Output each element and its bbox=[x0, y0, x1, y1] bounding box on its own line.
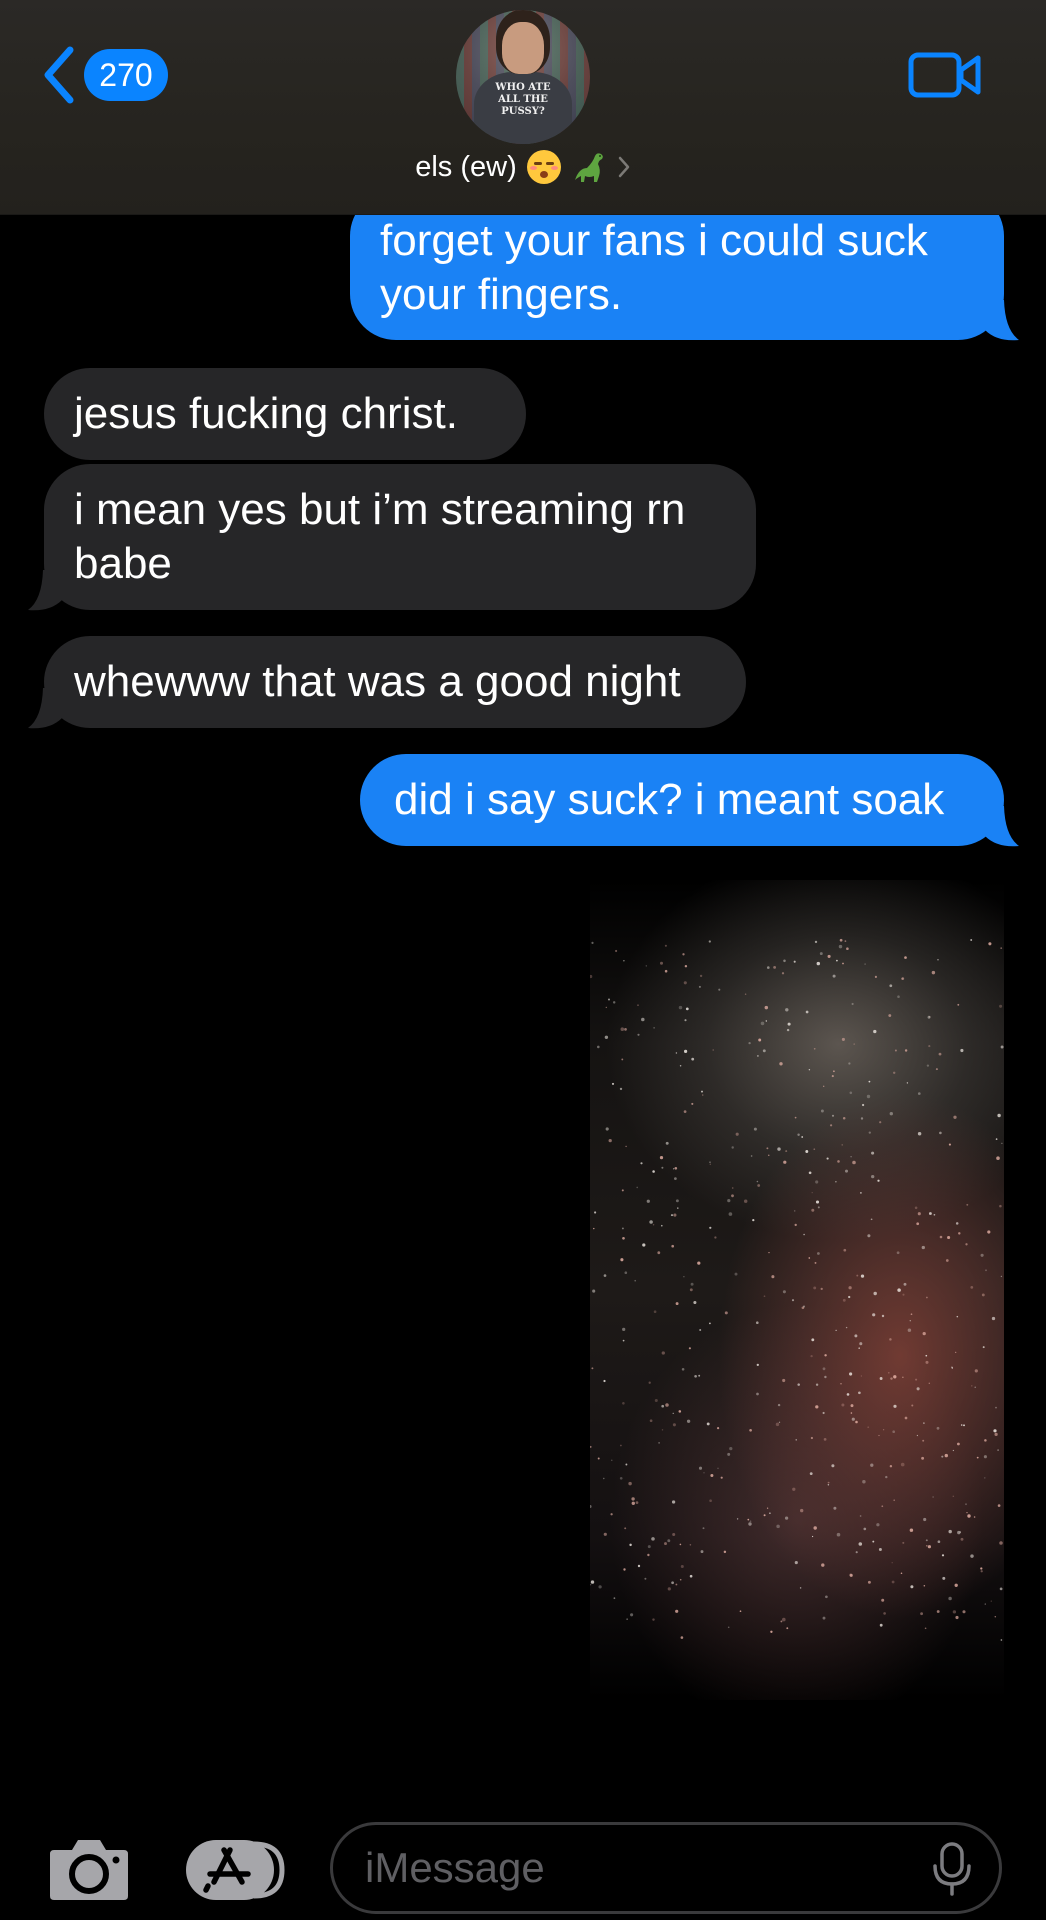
back-button[interactable]: 270 bbox=[40, 44, 168, 106]
image-noise bbox=[590, 938, 1004, 1641]
contact-avatar[interactable]: WHO ATE ALL THE PUSSY? bbox=[456, 10, 590, 144]
video-camera-icon[interactable] bbox=[908, 50, 982, 100]
message-text: babe bbox=[74, 539, 172, 588]
dinosaur-emoji bbox=[574, 153, 603, 182]
message-text: jesus fucking christ. bbox=[74, 389, 458, 438]
bubble-tail bbox=[28, 688, 62, 729]
message-text: did i say suck? i meant soak bbox=[394, 775, 945, 824]
message-text: whewww that was a good night bbox=[74, 657, 681, 706]
sent-message[interactable]: did i say suck? i meant soak bbox=[360, 754, 1004, 846]
bubble-tail bbox=[985, 300, 1019, 341]
image-attachment[interactable] bbox=[590, 880, 1004, 1700]
kissing-face-emoji bbox=[526, 150, 561, 184]
back-chevron-icon bbox=[44, 46, 74, 104]
message-text: forget your fans i could suck bbox=[380, 216, 928, 265]
message-text: your fingers. bbox=[380, 270, 623, 319]
bubble-tail bbox=[985, 806, 1019, 847]
received-message[interactable]: whewww that was a good night bbox=[44, 636, 746, 728]
contact-name-button[interactable]: els (ew) bbox=[0, 150, 1046, 184]
camera-icon[interactable] bbox=[48, 1836, 130, 1902]
app-store-icon[interactable] bbox=[184, 1838, 286, 1902]
message-input[interactable] bbox=[330, 1822, 1002, 1914]
bubble-tail bbox=[28, 570, 62, 611]
microphone-icon[interactable] bbox=[932, 1842, 972, 1896]
unread-count-badge: 270 bbox=[84, 49, 168, 101]
avatar-shirt-text: WHO ATE ALL THE PUSSY? bbox=[495, 82, 551, 117]
message-text: i mean yes but i’m streaming rn bbox=[74, 485, 686, 534]
received-message[interactable]: i mean yes but i’m streaming rn babe bbox=[44, 464, 756, 610]
conversation-header: 270 WHO ATE ALL THE PUSSY? els (ew) bbox=[0, 0, 1046, 215]
chevron-right-icon bbox=[618, 156, 629, 178]
contact-name: els (ew) bbox=[415, 150, 517, 183]
received-message[interactable]: jesus fucking christ. bbox=[44, 368, 526, 460]
